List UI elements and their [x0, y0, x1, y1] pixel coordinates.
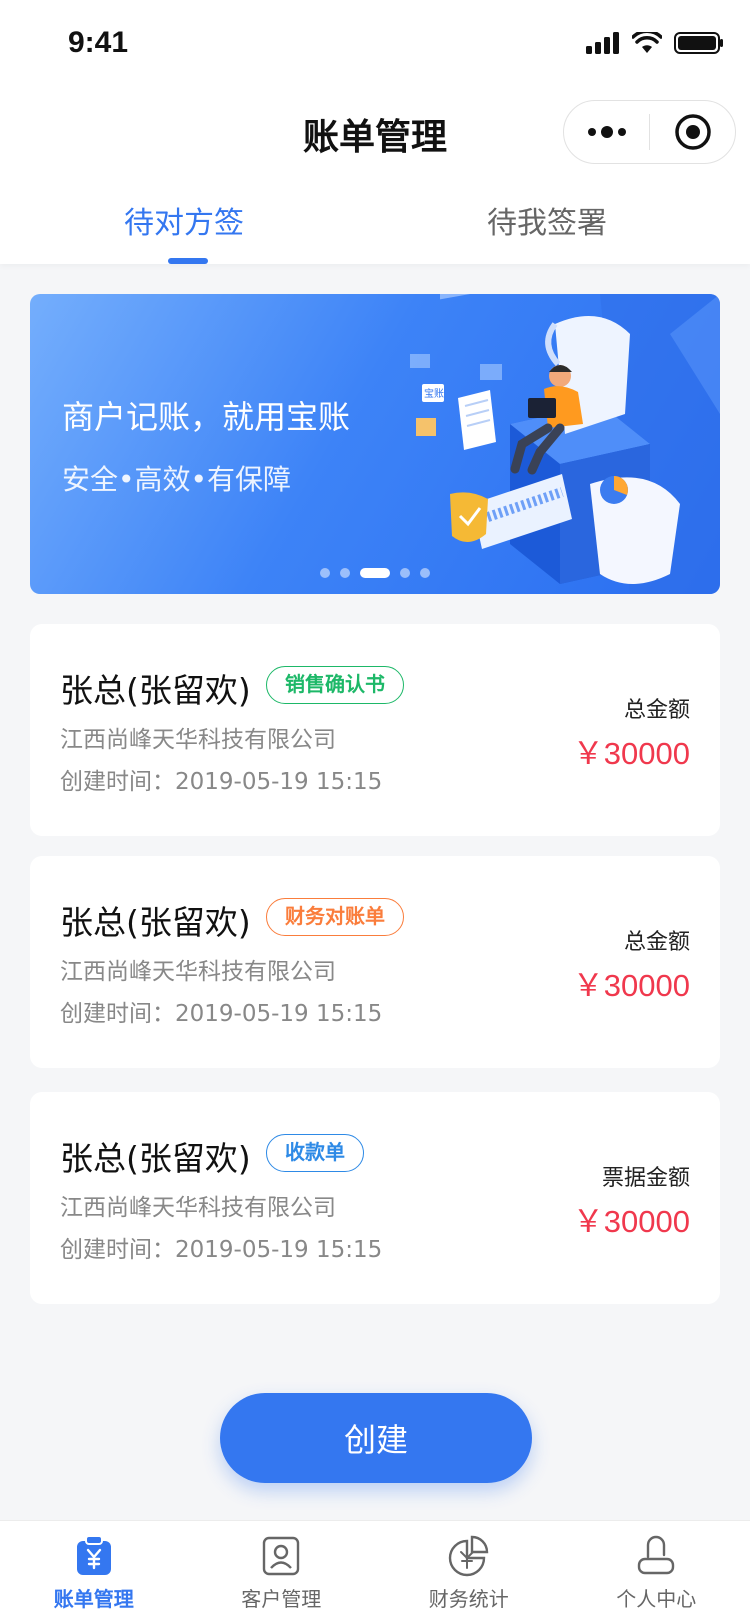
bill-type-tag: 销售确认书	[266, 666, 404, 704]
miniprogram-capsule	[563, 100, 736, 164]
banner-subtitle: 安全•高效•有保障	[62, 463, 292, 496]
banner-dot[interactable]	[420, 568, 430, 578]
close-miniprogram-button[interactable]	[650, 101, 735, 163]
banner-dot-active[interactable]	[360, 568, 390, 578]
amount-value: ￥30000	[572, 736, 690, 771]
company-name: 江西尚峰天华科技有限公司	[60, 959, 336, 985]
tab-pending-counterparty[interactable]: 待对方签	[124, 198, 244, 242]
customer-icon	[263, 1536, 300, 1576]
tab-pending-me[interactable]: 待我签署	[487, 198, 607, 242]
amount-value: ￥30000	[572, 968, 690, 1003]
nav-item-finance[interactable]: 财务统计	[375, 1521, 563, 1624]
nav-item-customers[interactable]: 客户管理	[188, 1521, 376, 1624]
nav-label: 财务统计	[428, 1587, 509, 1611]
company-name: 江西尚峰天华科技有限公司	[60, 1195, 336, 1221]
battery-icon	[674, 32, 723, 54]
bill-icon	[76, 1535, 111, 1575]
nav-label: 客户管理	[241, 1587, 322, 1611]
banner-pagination	[320, 568, 430, 578]
contact-name: 张总(张留欢)	[60, 671, 251, 710]
status-time: 9:41	[68, 26, 129, 59]
tab-active-indicator	[168, 258, 208, 264]
created-time: 创建时间：2019-05-19 15:15	[60, 1237, 383, 1263]
bottom-nav: 账单管理 客户管理 财务统计 个人中心	[0, 1520, 750, 1624]
nav-label: 账单管理	[53, 1587, 134, 1611]
banner-dot[interactable]	[340, 568, 350, 578]
banner-dot[interactable]	[400, 568, 410, 578]
banner-dot[interactable]	[320, 568, 330, 578]
bill-card[interactable]: 张总(张留欢) 销售确认书 江西尚峰天华科技有限公司 创建时间：2019-05-…	[30, 624, 720, 836]
top-bar: 9:41 账单管理 待对方签 待我签署	[0, 0, 750, 264]
promo-banner[interactable]: 商户记账，就用宝账 安全•高效•有保障 宝账	[30, 294, 720, 594]
nav-label: 个人中心	[616, 1587, 697, 1611]
created-time: 创建时间：2019-05-19 15:15	[60, 1001, 383, 1027]
target-icon	[674, 114, 711, 150]
banner-art-badge: 宝账	[424, 387, 444, 400]
wifi-icon	[632, 32, 662, 53]
bill-card[interactable]: 张总(张留欢) 财务对账单 江西尚峰天华科技有限公司 创建时间：2019-05-…	[30, 856, 720, 1068]
contact-name: 张总(张留欢)	[60, 903, 251, 942]
banner-illustration: 宝账	[410, 294, 720, 594]
bill-card[interactable]: 张总(张留欢) 收款单 江西尚峰天华科技有限公司 创建时间：2019-05-19…	[30, 1092, 720, 1304]
company-name: 江西尚峰天华科技有限公司	[60, 727, 336, 753]
amount-label: 总金额	[623, 698, 690, 723]
bill-type-tag: 财务对账单	[266, 898, 404, 936]
more-dots-icon	[587, 126, 626, 138]
amount-label: 总金额	[623, 930, 690, 955]
more-button[interactable]	[564, 101, 649, 163]
amount-value: ￥30000	[572, 1204, 690, 1239]
create-button[interactable]: 创建	[220, 1393, 532, 1483]
nav-item-profile[interactable]: 个人中心	[563, 1521, 750, 1624]
created-time: 创建时间：2019-05-19 15:15	[60, 769, 383, 795]
nav-item-bills[interactable]: 账单管理	[0, 1521, 188, 1624]
profile-icon	[638, 1535, 675, 1575]
status-icons	[586, 32, 724, 54]
finance-stats-icon	[448, 1535, 488, 1577]
contact-name: 张总(张留欢)	[60, 1139, 251, 1178]
amount-label: 票据金额	[601, 1166, 690, 1191]
signal-icon	[586, 32, 619, 54]
bill-type-tag: 收款单	[266, 1134, 364, 1172]
